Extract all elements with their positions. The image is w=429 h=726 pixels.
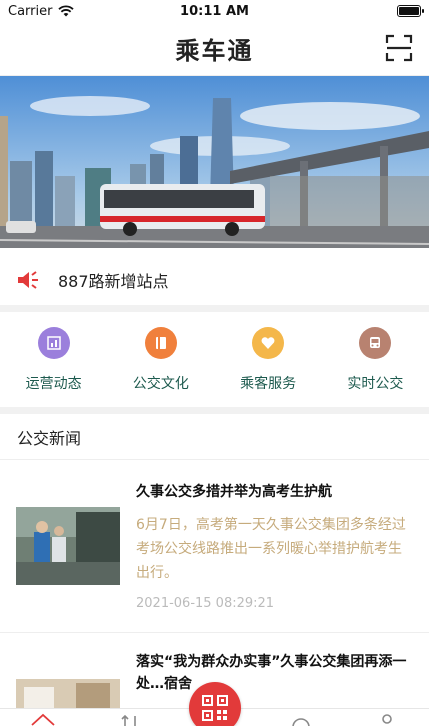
menu-item-service[interactable]: 乘客服务 <box>215 317 322 407</box>
menu-item-operations[interactable]: 运营动态 <box>0 317 107 407</box>
news-section-title: 公交新闻 <box>0 414 429 460</box>
news-list-item[interactable]: 久事公交多措并举为高考生护航 6月7日，高考第一天久事公交集团多条经过考场公交线… <box>0 461 429 632</box>
news-thumbnail <box>16 679 120 709</box>
menu-item-label: 公交文化 <box>132 376 189 392</box>
chart-icon <box>37 327 70 359</box>
menu-item-label: 乘客服务 <box>240 376 297 392</box>
transfer-icon[interactable] <box>118 713 144 726</box>
speaker-icon <box>18 271 38 289</box>
heart-icon <box>252 327 285 359</box>
news-timestamp: 2021-06-15 08:29:21 <box>136 596 275 611</box>
section-divider <box>0 407 429 414</box>
scan-icon[interactable] <box>385 34 413 62</box>
news-summary: 6月7日，高考第一天久事公交集团多条经过考场公交线路推出一系列暖心举措护航考生出… <box>136 517 406 581</box>
qr-code-icon <box>202 695 228 721</box>
qr-code-button[interactable] <box>189 682 241 726</box>
refresh-icon[interactable] <box>288 713 314 726</box>
news-title: 落实“我为群众办实事”久事公交集团再添一处…宿舍 <box>136 654 407 692</box>
news-thumbnail <box>16 507 120 585</box>
notice-bar[interactable]: 887路新增站点 <box>0 255 429 305</box>
user-icon[interactable] <box>374 713 400 726</box>
quick-menu: 运营动态 公交文化 乘客服务 实时公交 <box>0 317 429 407</box>
banner-image[interactable] <box>0 76 429 248</box>
menu-item-label: 实时公交 <box>347 376 404 392</box>
menu-item-label: 运营动态 <box>25 376 82 392</box>
notice-text: 887路新增站点 <box>58 272 169 291</box>
bus-icon <box>359 327 392 359</box>
home-icon[interactable] <box>30 713 56 726</box>
status-bar: Carrier 10:11 AM <box>0 0 429 22</box>
book-icon <box>144 327 177 359</box>
nav-bar: 乘车通 <box>0 22 429 76</box>
clock: 10:11 AM <box>180 3 249 19</box>
menu-item-culture[interactable]: 公交文化 <box>107 317 214 407</box>
battery-icon <box>397 5 424 17</box>
menu-item-realtime-bus[interactable]: 实时公交 <box>322 317 429 407</box>
page-title: 乘车通 <box>175 36 254 65</box>
section-divider <box>0 305 429 312</box>
news-title: 久事公交多措并举为高考生护航 <box>136 484 332 500</box>
